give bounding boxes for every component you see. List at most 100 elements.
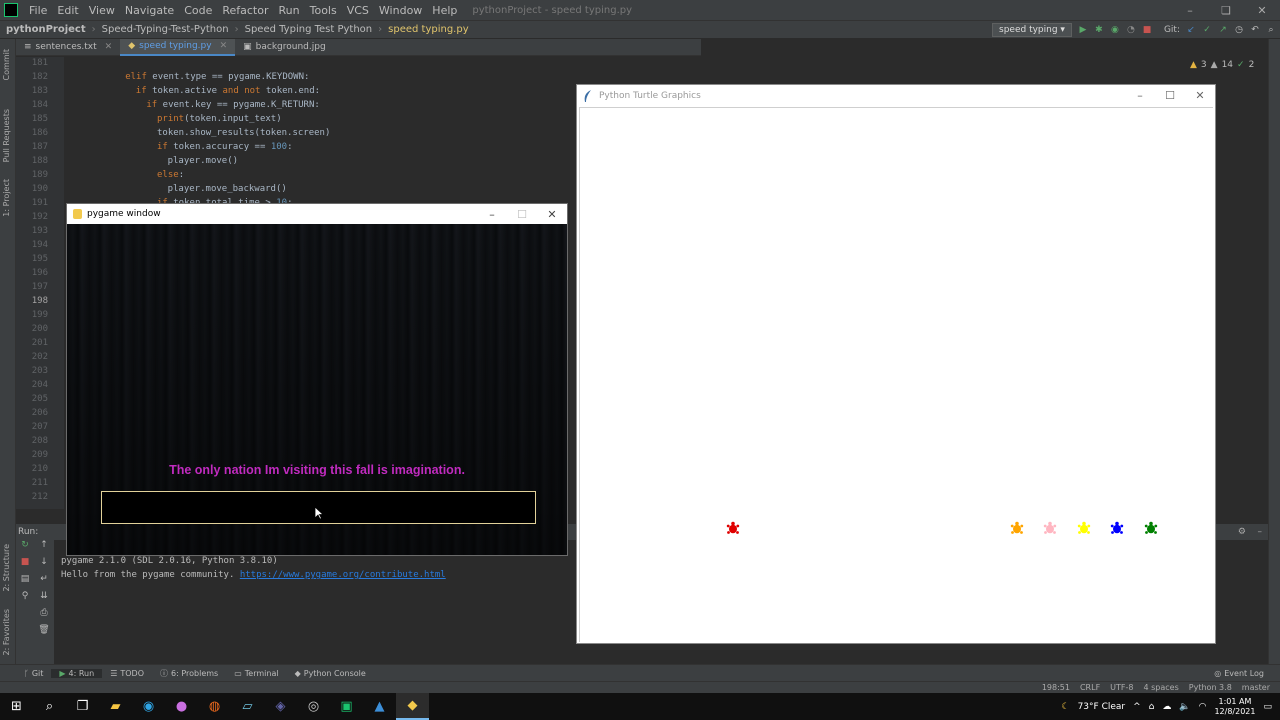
scroll-to-end-icon[interactable]: ⇊ xyxy=(34,591,54,608)
soft-wrap-icon[interactable]: ↵ xyxy=(34,574,54,591)
wifi-icon[interactable]: ◠ xyxy=(1199,702,1207,712)
pull-requests-tool-button[interactable]: Pull Requests xyxy=(2,109,11,162)
console-link[interactable]: https://www.pygame.org/contribute.html xyxy=(240,570,446,580)
notification-icon[interactable]: ▭ xyxy=(1263,702,1272,712)
weather-text[interactable]: 73°F Clear xyxy=(1078,702,1126,712)
minimize-icon[interactable]: – xyxy=(1125,85,1155,106)
caret-position[interactable]: 198:51 xyxy=(1042,683,1070,692)
restore-icon[interactable]: ❏ xyxy=(1208,0,1244,20)
firefox-icon[interactable]: ◍ xyxy=(198,693,231,720)
indent-setting[interactable]: 4 spaces xyxy=(1144,683,1179,692)
notes-app-icon[interactable]: ▱ xyxy=(231,693,264,720)
windows-start-icon[interactable]: ⊞ xyxy=(0,693,33,720)
menu-edit[interactable]: Edit xyxy=(52,4,83,17)
line-separator[interactable]: CRLF xyxy=(1080,683,1100,692)
hide-panel-icon[interactable]: – xyxy=(1258,527,1263,537)
speaker-icon[interactable]: 🔈 xyxy=(1179,702,1190,712)
scroll-up-icon[interactable]: ↑ xyxy=(34,540,54,557)
git-commit-icon[interactable]: ✓ xyxy=(1202,25,1212,35)
close-icon[interactable]: ✕ xyxy=(1185,85,1215,106)
print-icon[interactable]: ⎙ xyxy=(34,608,54,625)
settings-gear-icon[interactable]: ⚙ xyxy=(1238,527,1246,537)
layout-icon[interactable]: ▤ xyxy=(16,574,34,591)
file-explorer-icon[interactable]: ▰ xyxy=(99,693,132,720)
git-branch[interactable]: master xyxy=(1242,683,1270,692)
tool-todo[interactable]: ☰ TODO xyxy=(102,669,152,678)
search-everywhere-icon[interactable]: ⌕ xyxy=(1266,25,1276,35)
structure-tool-button[interactable]: 2: Structure xyxy=(2,544,11,592)
stop-icon[interactable]: ■ xyxy=(1142,25,1152,35)
tab-close-icon[interactable]: ✕ xyxy=(105,42,113,52)
edge-browser-icon[interactable]: ◉ xyxy=(132,693,165,720)
minimize-icon[interactable]: – xyxy=(1172,0,1208,20)
menu-vcs[interactable]: VCS xyxy=(342,4,374,17)
scroll-down-icon[interactable]: ↓ xyxy=(34,557,54,574)
python-taskbar-icon[interactable]: ◆ xyxy=(396,693,429,720)
task-view-icon[interactable]: ❐ xyxy=(66,693,99,720)
project-tool-button[interactable]: 1: Project xyxy=(2,179,11,217)
minimize-icon[interactable]: – xyxy=(477,204,507,224)
turtle-canvas[interactable] xyxy=(579,107,1213,642)
run-configuration-select[interactable]: speed typing ▾ xyxy=(992,23,1072,37)
tray-expand-icon[interactable]: ^ xyxy=(1133,702,1141,712)
coverage-icon[interactable]: ◉ xyxy=(1110,25,1120,35)
turtle-window-titlebar[interactable]: Python Turtle Graphics – ☐ ✕ xyxy=(577,85,1215,106)
tool-git[interactable]: ᚴ Git xyxy=(16,669,51,678)
git-rollback-icon[interactable]: ↶ xyxy=(1250,25,1260,35)
inspection-widget[interactable]: ▲ 3 ▲ 14 ✓ 2 xyxy=(1190,60,1254,70)
git-update-icon[interactable]: ↙ xyxy=(1186,25,1196,35)
menu-help[interactable]: Help xyxy=(427,4,462,17)
breadcrumb-file[interactable]: speed typing.py xyxy=(382,24,474,35)
photos-icon[interactable]: ▲ xyxy=(363,693,396,720)
tab-close-icon[interactable]: ✕ xyxy=(220,41,228,51)
favorites-tool-button[interactable]: 2: Favorites xyxy=(2,609,11,655)
pygame-window-titlebar[interactable]: pygame window – ☐ ✕ xyxy=(67,204,567,224)
code-token: token.show_results(token.screen) xyxy=(157,128,331,138)
tool-event-log[interactable]: ◎ Event Log xyxy=(1206,669,1272,678)
tab-background[interactable]: ▣ background.jpg xyxy=(235,39,334,56)
maximize-icon[interactable]: ☐ xyxy=(1155,85,1185,106)
menu-run[interactable]: Run xyxy=(274,4,305,17)
tool-terminal[interactable]: ▭ Terminal xyxy=(226,669,286,678)
pin-icon[interactable]: ⚲ xyxy=(16,591,34,608)
run-icon[interactable]: ▶ xyxy=(1078,25,1088,35)
breadcrumb-project[interactable]: pythonProject xyxy=(0,24,92,35)
breadcrumb-subfolder[interactable]: Speed Typing Test Python xyxy=(239,24,379,35)
onedrive-icon[interactable]: ☁ xyxy=(1162,702,1171,712)
menu-code[interactable]: Code xyxy=(179,4,217,17)
chat-app-icon[interactable]: ● xyxy=(165,693,198,720)
stop-run-icon[interactable]: ■ xyxy=(16,557,34,574)
navigation-bar: pythonProject › Speed-Typing-Test-Python… xyxy=(0,20,1280,38)
rerun-icon[interactable]: ↻ xyxy=(16,540,34,557)
menu-view[interactable]: View xyxy=(84,4,120,17)
file-encoding[interactable]: UTF-8 xyxy=(1110,683,1133,692)
red-turtle-icon xyxy=(726,521,740,534)
code-line: if token.active and not token.end: xyxy=(136,86,320,96)
close-icon[interactable]: ✕ xyxy=(537,204,567,224)
git-history-icon[interactable]: ◷ xyxy=(1234,25,1244,35)
menu-file[interactable]: File xyxy=(24,4,52,17)
trash-icon[interactable]: 🗑 xyxy=(34,625,54,642)
tool-problems[interactable]: ⓘ 6: Problems xyxy=(152,668,226,679)
menu-navigate[interactable]: Navigate xyxy=(120,4,179,17)
pycharm-icon[interactable]: ▣ xyxy=(330,693,363,720)
tool-run[interactable]: ▶ 4: Run xyxy=(51,668,103,678)
profile-icon[interactable]: ◔ xyxy=(1126,25,1136,35)
tab-sentences[interactable]: ≡ sentences.txt ✕ xyxy=(16,39,120,56)
tool-python-console[interactable]: ◆ Python Console xyxy=(287,669,374,678)
debug-icon[interactable]: ✱ xyxy=(1094,25,1104,35)
breadcrumb-folder[interactable]: Speed-Typing-Test-Python xyxy=(96,24,235,35)
menu-refactor[interactable]: Refactor xyxy=(217,4,273,17)
menu-tools[interactable]: Tools xyxy=(305,4,342,17)
menu-window[interactable]: Window xyxy=(374,4,427,17)
network-icon[interactable]: ⌂ xyxy=(1149,702,1155,712)
clock[interactable]: 1:01 AM 12/8/2021 xyxy=(1214,697,1255,717)
tab-speed-typing[interactable]: ◆ speed typing.py ✕ xyxy=(120,38,236,56)
github-desktop-icon[interactable]: ◎ xyxy=(297,693,330,720)
git-push-icon[interactable]: ↗ xyxy=(1218,25,1228,35)
python-interpreter[interactable]: Python 3.8 xyxy=(1189,683,1232,692)
teams-icon[interactable]: ◈ xyxy=(264,693,297,720)
search-icon[interactable]: ⌕ xyxy=(33,693,66,720)
close-icon[interactable]: ✕ xyxy=(1244,0,1280,20)
commit-tool-button[interactable]: Commit xyxy=(2,49,11,80)
